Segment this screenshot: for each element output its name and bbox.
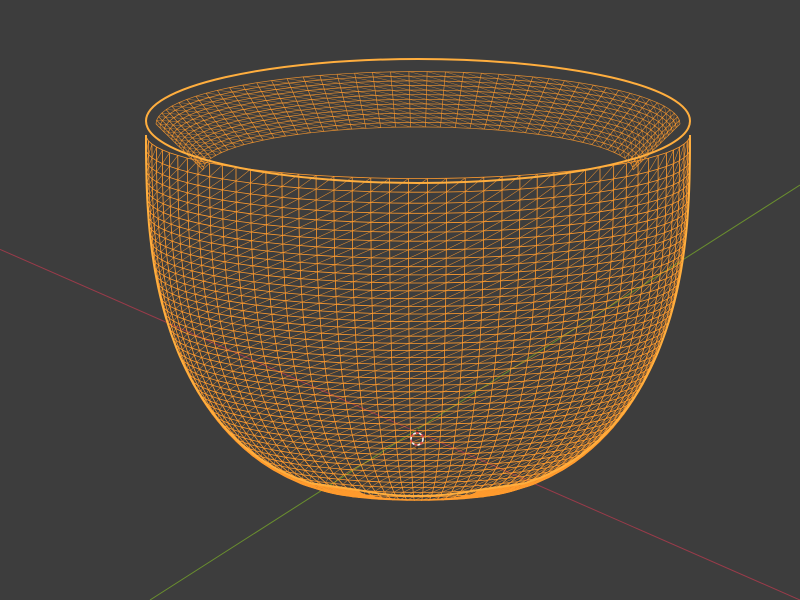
viewport-canvas[interactable] [0, 0, 800, 600]
3d-viewport[interactable] [0, 0, 800, 600]
